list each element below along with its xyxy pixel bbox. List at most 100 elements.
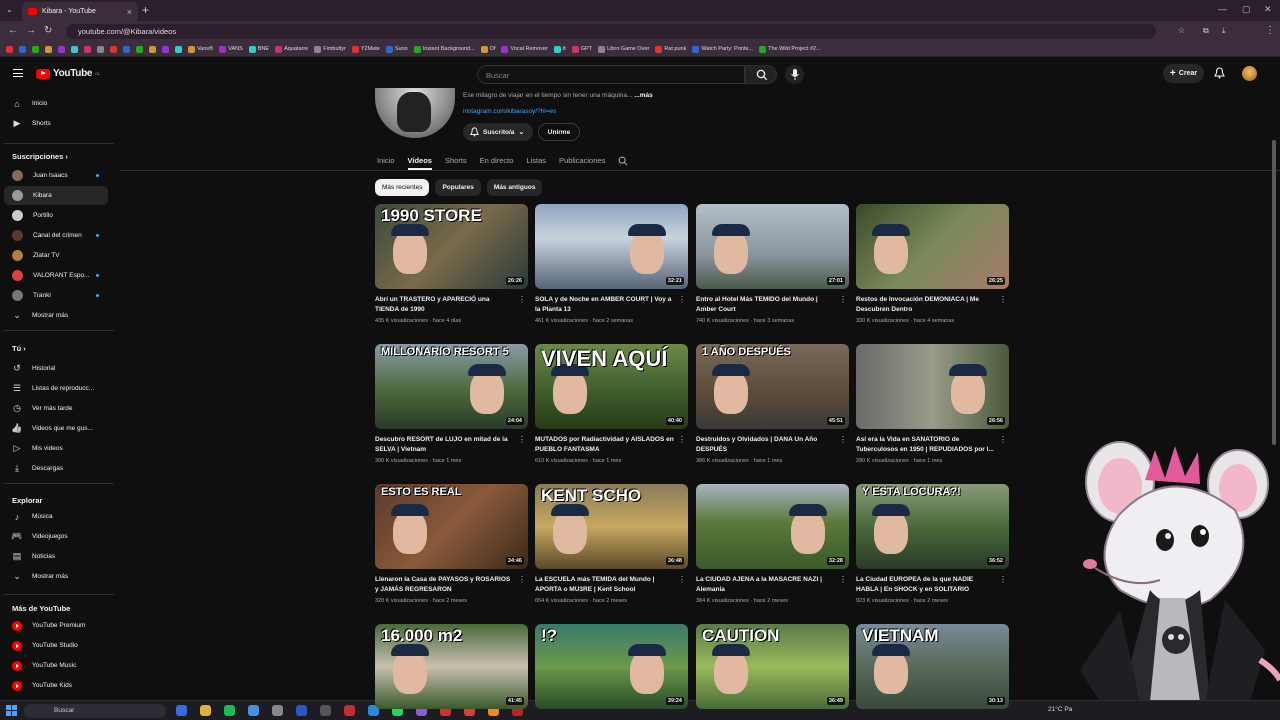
subscription-item[interactable]: Portillo xyxy=(4,206,108,225)
more-options-icon[interactable]: ⋮ xyxy=(999,435,1007,444)
browser-menu-icon[interactable]: ⋮ xyxy=(1265,25,1275,36)
back-icon[interactable]: ← xyxy=(8,25,18,36)
bookmark-item[interactable]: The Wild Project #2... xyxy=(759,45,821,53)
bookmark-favicon-icon[interactable] xyxy=(6,45,13,53)
subscription-item[interactable]: Tranki xyxy=(4,286,108,305)
bookmark-item[interactable]: Rat punk xyxy=(655,45,686,53)
channel-avatar[interactable] xyxy=(375,88,455,138)
close-tab-icon[interactable]: × xyxy=(127,7,132,17)
taskbar-app-icon[interactable] xyxy=(248,705,259,716)
taskbar-app-icon[interactable] xyxy=(272,705,283,716)
video-card[interactable]: 1990 STORE 26:26 Abrí un TRASTERO y APAREC… xyxy=(375,204,528,324)
video-title[interactable]: Destruidos y Olvidados | DANA Un Año DES… xyxy=(696,435,849,455)
sidebar-item-explore[interactable]: ▤ Noticias xyxy=(4,547,108,566)
bookmark-item[interactable]: Suno xyxy=(385,45,408,53)
more-options-icon[interactable]: ⋮ xyxy=(678,575,686,584)
bookmark-favicon-icon[interactable] xyxy=(32,45,39,53)
more-options-icon[interactable]: ⋮ xyxy=(518,295,526,304)
video-card[interactable]: CAUTION 36:49 xyxy=(696,624,849,709)
more-options-icon[interactable]: ⋮ xyxy=(839,295,847,304)
sidebar-item-you[interactable]: ☰ Listas de reproducc... xyxy=(4,379,108,398)
taskbar-app-icon[interactable] xyxy=(176,705,187,716)
bookmark-item[interactable]: Watch Party: Ponte... xyxy=(692,45,753,53)
sidebar-item-you[interactable]: 👍 Videos que me gus... xyxy=(4,419,108,438)
taskbar-search[interactable]: Buscar xyxy=(24,704,166,718)
sidebar-item-explore[interactable]: ⌄ Mostrar más xyxy=(4,567,108,586)
bookmark-favicon-icon[interactable] xyxy=(136,45,143,53)
bookmark-item[interactable]: Instant Background... xyxy=(413,45,475,53)
video-title[interactable]: Restos de Invocación DEMONIACA | Me Desc… xyxy=(856,295,1009,315)
tab-shorts[interactable]: Shorts xyxy=(445,150,467,170)
extensions-icon[interactable]: ⧉ xyxy=(1203,26,1209,36)
video-thumbnail[interactable]: 32:21 xyxy=(535,204,688,289)
channel-link[interactable]: instagram.com/kibarasoy/?hl=es xyxy=(463,108,556,115)
bookmark-item[interactable]: tt xyxy=(553,45,566,53)
bookmark-item[interactable]: Fimbultyr xyxy=(314,45,346,53)
scrollbar[interactable] xyxy=(1272,140,1276,445)
bookmark-item[interactable]: BNE xyxy=(248,45,269,53)
notifications-bell-icon[interactable] xyxy=(1214,67,1225,79)
sidebar-item-you[interactable]: ▷ Mis videos xyxy=(4,439,108,458)
browser-tab[interactable]: Kibara - YouTube × xyxy=(22,2,138,21)
video-title[interactable]: Llenaron la Casa de PAYASOS y ROSARIOS y… xyxy=(375,575,528,595)
bookmark-item[interactable]: Aquatarre xyxy=(275,45,308,53)
bookmark-favicon-icon[interactable] xyxy=(71,45,78,53)
video-title[interactable]: SOLA y de Noche en AMBER COURT | Voy a l… xyxy=(535,295,688,315)
sidebar-item-you[interactable]: ↺ Historial xyxy=(4,359,108,378)
more-options-icon[interactable]: ⋮ xyxy=(518,435,526,444)
close-window-icon[interactable]: ✕ xyxy=(1264,4,1272,15)
new-tab-icon[interactable]: + xyxy=(142,3,149,17)
sidebar-item-more-youtube[interactable]: YouTube Kids xyxy=(4,676,108,695)
tab-list-icon[interactable]: ⌄ xyxy=(6,5,13,14)
bookmark-favicon-icon[interactable] xyxy=(97,45,104,53)
video-thumbnail[interactable]: 32:28 xyxy=(696,484,849,569)
bookmark-favicon-icon[interactable] xyxy=(19,45,26,53)
downloads-icon[interactable]: ⤓ xyxy=(1222,26,1226,36)
minimize-icon[interactable]: — xyxy=(1218,4,1227,14)
video-card[interactable]: KENT SCHO 36:48 La ESCUELA más TEMIDA del … xyxy=(535,484,688,604)
channel-description-more[interactable]: ...más xyxy=(634,92,652,99)
video-card[interactable]: 26:25 Restos de Invocación DEMONIACA | Me… xyxy=(856,204,1009,324)
video-thumbnail[interactable]: KENT SCHO 36:48 xyxy=(535,484,688,569)
voice-search-button[interactable] xyxy=(785,65,804,84)
video-card[interactable]: 32:28 La CIUDAD AJENA a la MASACRE NAZI |… xyxy=(696,484,849,604)
video-title[interactable]: Descubro RESORT de LUJO en mitad de la S… xyxy=(375,435,528,455)
taskbar-app-icon[interactable] xyxy=(224,705,235,716)
video-title[interactable]: MUTADOS por Radiactividad y AISLADOS en … xyxy=(535,435,688,455)
sidebar-item-shorts[interactable]: ▶ Shorts xyxy=(4,114,108,133)
sidebar-item-more-youtube[interactable]: YouTube Premium xyxy=(4,616,108,635)
join-button[interactable]: Unirme xyxy=(538,123,580,141)
video-thumbnail[interactable]: 27:01 xyxy=(696,204,849,289)
video-thumbnail[interactable]: MILLONARIO RESORT 5 24:04 xyxy=(375,344,528,429)
bookmark-item[interactable]: Of xyxy=(480,45,495,53)
bookmark-favicon-icon[interactable] xyxy=(84,45,91,53)
bookmark-item[interactable]: Vans® xyxy=(188,45,213,53)
account-avatar[interactable] xyxy=(1242,66,1257,81)
subscribed-button[interactable]: Suscrito/a ⌄ xyxy=(463,123,533,141)
bookmark-item[interactable]: Libro Game Over xyxy=(598,45,649,53)
subscription-item[interactable]: Kibara xyxy=(4,186,108,205)
video-card[interactable]: 32:21 SOLA y de Noche en AMBER COURT | Vo… xyxy=(535,204,688,324)
sidebar-item-more-youtube[interactable]: YouTube Studio xyxy=(4,636,108,655)
more-options-icon[interactable]: ⋮ xyxy=(839,435,847,444)
video-card[interactable]: !? 39:24 xyxy=(535,624,688,709)
bookmark-favicon-icon[interactable] xyxy=(45,45,52,53)
more-options-icon[interactable]: ⋮ xyxy=(678,295,686,304)
subscriptions-heading[interactable]: Suscripciones › xyxy=(12,152,68,161)
sidebar-item-you[interactable]: ◷ Ver más tarde xyxy=(4,399,108,418)
video-card[interactable]: 16.000 m2 41:45 xyxy=(375,624,528,709)
sidebar-item-you[interactable]: ⤓ Descargas xyxy=(4,459,108,478)
tab-listas[interactable]: Listas xyxy=(526,150,546,170)
you-heading[interactable]: Tú › xyxy=(12,344,26,353)
bookmark-item[interactable]: Y2Mate xyxy=(351,45,380,53)
video-card[interactable]: VIVEN AQUÍ 40:40 MUTADOS por Radiactividad… xyxy=(535,344,688,464)
search-button[interactable] xyxy=(745,65,777,84)
more-options-icon[interactable]: ⋮ xyxy=(839,575,847,584)
reload-icon[interactable]: ↻ xyxy=(44,25,52,36)
sort-chip[interactable]: Más recientes xyxy=(375,179,430,196)
sidebar-item-explore[interactable]: ♪ Música xyxy=(4,507,108,526)
video-card[interactable]: 1 AÑO DESPUÉS 45:51 Destruidos y Olvidados… xyxy=(696,344,849,464)
video-card[interactable]: VIETNAM 30:13 xyxy=(856,624,1009,709)
more-options-icon[interactable]: ⋮ xyxy=(999,575,1007,584)
sort-chip[interactable]: Populares xyxy=(435,179,481,196)
